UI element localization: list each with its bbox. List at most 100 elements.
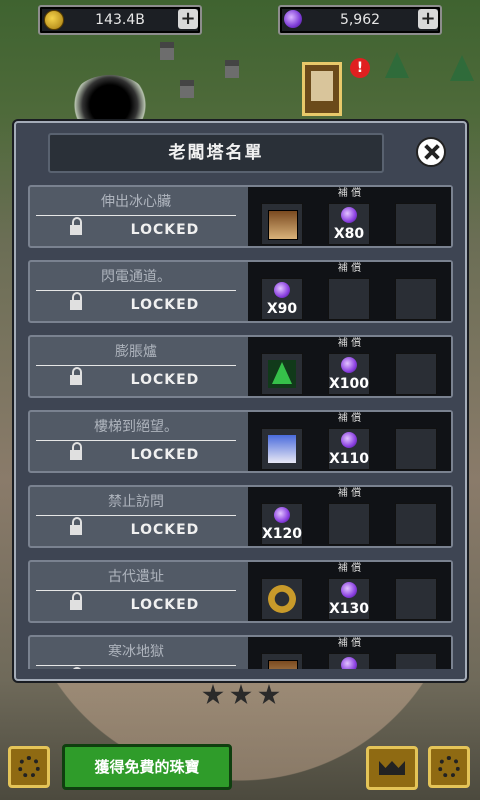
house xyxy=(225,60,239,78)
gear-icon xyxy=(438,756,460,778)
skill-settings-button[interactable] xyxy=(428,746,470,788)
settings-button[interactable] xyxy=(8,746,50,788)
divider xyxy=(36,440,236,441)
quest-scroll-button[interactable] xyxy=(302,62,342,116)
lock-icon xyxy=(70,517,82,537)
reward-slot xyxy=(328,503,370,545)
free-gems-button[interactable]: 獲得免費的珠寶 xyxy=(62,744,232,790)
reward-quantity: X120 xyxy=(261,526,303,542)
lock-icon xyxy=(70,442,82,462)
star-icon xyxy=(230,684,252,705)
boss-list-row[interactable]: 樓梯到絕望。 LOCKED 補 償 X110 xyxy=(28,410,453,473)
purple-gem-icon xyxy=(284,10,302,28)
boss-list-row[interactable]: 膨脹爐 LOCKED 補 償 X100 xyxy=(28,335,453,398)
reward-quantity: X100 xyxy=(328,376,370,392)
reward-slot xyxy=(395,578,437,620)
reward-slot: X130 xyxy=(328,578,370,620)
reward-panel: 補 償 X110 xyxy=(248,412,451,471)
boss-stage-name: 伸出冰心臟 xyxy=(101,194,171,210)
reward-label: 補 償 xyxy=(337,638,362,649)
tree xyxy=(385,52,409,78)
gear-icon xyxy=(18,756,40,778)
lock-icon xyxy=(70,217,82,237)
reward-panel: 補 償 X100 xyxy=(248,337,451,396)
boss-stage-name: 膨脹爐 xyxy=(115,344,157,360)
reward-slot xyxy=(261,353,303,395)
reward-slot xyxy=(261,578,303,620)
boss-stage-name: 樓梯到絕望。 xyxy=(94,419,178,435)
scroll-icon xyxy=(311,71,333,101)
purple-gem-icon xyxy=(341,207,357,223)
reward-slot xyxy=(395,203,437,245)
add-gold-button[interactable]: + xyxy=(178,9,198,29)
add-gems-button[interactable]: + xyxy=(418,9,438,29)
reward-slot xyxy=(261,653,303,669)
tree-icon xyxy=(268,360,296,388)
house xyxy=(160,42,174,60)
house xyxy=(180,80,194,98)
divider xyxy=(36,365,236,366)
gold-coin-icon xyxy=(44,10,64,30)
reward-quantity: X130 xyxy=(328,601,370,617)
reward-slot xyxy=(328,278,370,320)
lock-status: LOCKED xyxy=(130,297,200,313)
gem-amount: 5,962 xyxy=(339,12,381,28)
hero-icon xyxy=(268,435,296,463)
boss-list-row[interactable]: 古代遺址 LOCKED 補 償 X130 xyxy=(28,560,453,623)
reward-slot xyxy=(395,353,437,395)
reward-slot xyxy=(261,428,303,470)
reward-slot xyxy=(395,278,437,320)
reward-quantity: X80 xyxy=(333,226,365,242)
reward-quantity: X90 xyxy=(266,301,298,317)
boss-list-row[interactable]: 禁止訪問 LOCKED 補 償 X120 xyxy=(28,485,453,548)
reward-label: 補 償 xyxy=(337,563,362,574)
divider xyxy=(36,665,236,666)
divider xyxy=(36,515,236,516)
reward-panel: 補 償 X130 xyxy=(248,562,451,621)
boss-list[interactable]: 伸出冰心臟 LOCKED 補 償 X80 閃電通道。 LOCKED 補 償 X90 膨脹爐 LOC… xyxy=(28,185,453,669)
reward-slot xyxy=(395,503,437,545)
close-icon[interactable] xyxy=(416,137,446,167)
gold-amount: 143.4B xyxy=(95,12,145,28)
lock-status: LOCKED xyxy=(130,597,200,613)
star-icon xyxy=(202,684,224,705)
reward-slot xyxy=(328,653,370,669)
reward-quantity: X110 xyxy=(328,451,370,467)
boss-list-row[interactable]: 伸出冰心臟 LOCKED 補 償 X80 xyxy=(28,185,453,248)
gem-counter: 5,962 + xyxy=(278,5,442,35)
reward-panel: 補 償 X90 xyxy=(248,262,451,321)
reward-label: 補 償 xyxy=(337,263,362,274)
divider xyxy=(36,590,236,591)
purple-gem-icon xyxy=(341,657,357,669)
boss-tower-list-dialog: 老闆塔名單 伸出冰心臟 LOCKED 補 償 X80 閃電通道。 LOCKED 補 償 X90… xyxy=(14,121,467,681)
reward-slot: X80 xyxy=(328,203,370,245)
boss-list-row[interactable]: 寒冰地獄LOCKED補 償 xyxy=(28,635,453,669)
divider xyxy=(36,215,236,216)
reward-slot: X120 xyxy=(261,503,303,545)
crown-icon xyxy=(379,761,405,775)
reward-panel: 補 償 X80 xyxy=(248,187,451,246)
boss-stage-name: 閃電通道。 xyxy=(101,269,171,285)
boss-stage-name: 古代遺址 xyxy=(108,569,164,585)
purple-gem-icon xyxy=(274,282,290,298)
boss-list-row[interactable]: 閃電通道。 LOCKED 補 償 X90 xyxy=(28,260,453,323)
reward-slot xyxy=(395,428,437,470)
lock-icon xyxy=(70,367,82,387)
reward-label: 補 償 xyxy=(337,413,362,424)
ring-icon xyxy=(268,585,296,613)
purple-gem-icon xyxy=(274,507,290,523)
tree xyxy=(450,55,474,81)
lock-icon xyxy=(70,592,82,612)
lock-status: LOCKED xyxy=(130,522,200,538)
dialog-title: 老闆塔名單 xyxy=(48,133,384,173)
leaderboard-button[interactable] xyxy=(366,746,418,790)
reward-slot: X110 xyxy=(328,428,370,470)
warrior-icon xyxy=(268,660,298,669)
reward-slot: X90 xyxy=(261,278,303,320)
gold-counter: 143.4B + xyxy=(38,5,202,35)
boss-stage-name: 寒冰地獄 xyxy=(108,644,164,660)
star-icon xyxy=(258,684,280,705)
lock-status: LOCKED xyxy=(130,372,200,388)
warrior-icon xyxy=(268,210,298,240)
reward-slot: X100 xyxy=(328,353,370,395)
